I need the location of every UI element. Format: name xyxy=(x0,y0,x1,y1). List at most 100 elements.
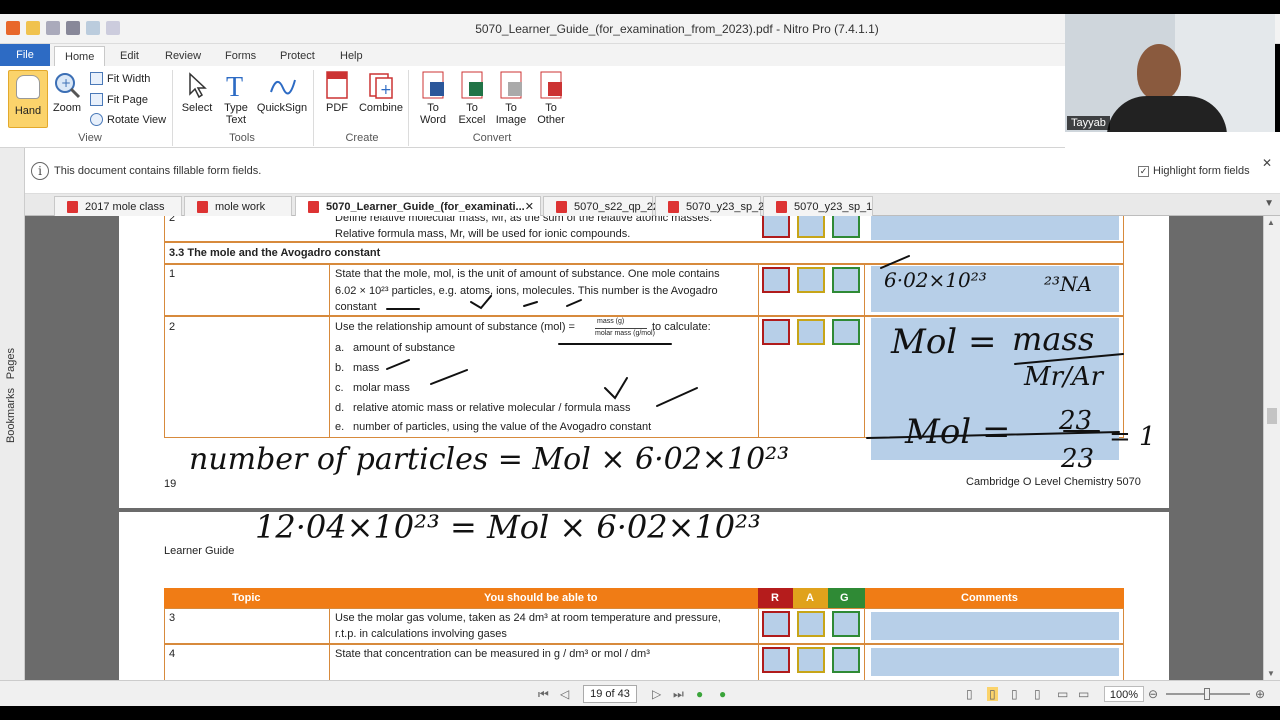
page-number-input[interactable]: 19 of 43 xyxy=(583,685,637,703)
fit-page-icon[interactable]: ▭ xyxy=(1057,687,1068,701)
combine-button[interactable]: + Combine xyxy=(358,70,404,114)
handwritten-mol-calculation: 12·04×10²³ = Mol × 6·02×10²³ xyxy=(255,508,761,546)
close-tab-icon[interactable]: ✕ xyxy=(525,197,534,217)
cursor-icon xyxy=(182,70,212,100)
pdf-page-19: 2 Define relative molecular mass, Mr, as… xyxy=(119,216,1169,508)
hand-button[interactable]: Hand xyxy=(8,70,48,128)
tab-protect[interactable]: Protect xyxy=(270,46,325,66)
scroll-up-icon[interactable]: ▲ xyxy=(1267,218,1275,227)
form-fields-infobar: i This document contains fillable form f… xyxy=(0,148,1280,194)
green-rating-box[interactable] xyxy=(832,611,860,637)
combine-icon: + xyxy=(366,70,396,100)
doc-tab[interactable]: 5070_s22_qp_22 xyxy=(543,196,659,216)
amber-rating-box[interactable] xyxy=(797,611,825,637)
select-button[interactable]: Select xyxy=(180,70,214,114)
to-image-button[interactable]: To Image xyxy=(494,70,528,126)
bookmarks-panel-tab[interactable]: Bookmarks xyxy=(5,388,17,443)
zoom-level[interactable]: 100% xyxy=(1104,686,1144,702)
tab-forms[interactable]: Forms xyxy=(215,46,266,66)
svg-text:T: T xyxy=(226,72,243,100)
type-text-button[interactable]: T Type Text xyxy=(220,70,252,126)
zoom-icon: + xyxy=(52,70,82,100)
first-page-icon[interactable]: ⏮ xyxy=(538,687,549,702)
quicksign-button[interactable]: QuickSign xyxy=(256,70,308,114)
tab-edit[interactable]: Edit xyxy=(110,46,149,66)
page-footer: Cambridge O Level Chemistry 5070 xyxy=(966,476,1141,488)
other-format-icon xyxy=(536,70,566,100)
next-page-icon[interactable]: ▷ xyxy=(652,687,661,701)
signature-icon xyxy=(267,70,297,100)
forward-view-icon[interactable]: ● xyxy=(719,687,726,701)
doc-tab[interactable]: 5070_y23_sp_2 xyxy=(655,196,764,216)
tab-help[interactable]: Help xyxy=(330,46,373,66)
tab-home[interactable]: Home xyxy=(54,46,106,66)
ribbon: Hand + Zoom Fit Width Fit Page Rotate Vi… xyxy=(0,66,1065,148)
handwritten-mol-calc: Mol = xyxy=(905,412,1011,452)
create-group-label: Create xyxy=(345,132,379,144)
pdf-file-icon xyxy=(67,201,78,213)
to-excel-button[interactable]: To Excel xyxy=(455,70,489,126)
zoom-out-icon[interactable]: ⊖ xyxy=(1148,687,1158,701)
doc-tab[interactable]: 5070_y23_sp_1 xyxy=(763,196,873,216)
pdf-file-icon xyxy=(197,201,208,213)
green-rating-box[interactable] xyxy=(832,647,860,673)
excel-icon xyxy=(457,70,487,100)
word-icon xyxy=(418,70,448,100)
handwritten-mol-equals: Mol = xyxy=(891,322,997,362)
fit-width-icon[interactable]: ▭ xyxy=(1078,687,1089,701)
amber-rating-box[interactable] xyxy=(797,647,825,673)
doc-tab[interactable]: mole work sheet xyxy=(184,196,292,233)
handwritten-avogadro: 6·02×10²³ xyxy=(884,268,987,292)
pages-panel-tab[interactable]: Pages xyxy=(5,348,17,379)
rotate-view-button[interactable]: Rotate View xyxy=(90,113,166,126)
pdf-page-20: Learner Guide 12·04×10²³ = Mol × 6·02×10… xyxy=(119,508,1169,680)
back-view-icon[interactable]: ● xyxy=(696,687,703,701)
fit-width-button[interactable]: Fit Width xyxy=(90,72,150,85)
zoom-slider-handle[interactable] xyxy=(1204,688,1210,700)
fit-page-button[interactable]: Fit Page xyxy=(90,93,148,106)
rotate-icon xyxy=(90,113,103,126)
comments-field[interactable] xyxy=(871,648,1119,676)
page-number: 19 xyxy=(164,478,177,490)
last-page-icon[interactable]: ⏭ xyxy=(673,687,684,702)
handwritten-mass: mass xyxy=(1012,320,1095,358)
top-black-bar xyxy=(0,0,1280,14)
comments-field[interactable] xyxy=(871,612,1119,640)
handwritten-equals-one: = 1 xyxy=(1109,422,1156,452)
document-viewport[interactable]: 2 Define relative molecular mass, Mr, as… xyxy=(25,216,1263,680)
continuous-view-icon[interactable]: ▯ xyxy=(987,687,998,701)
previous-page-icon[interactable]: ◁ xyxy=(560,687,569,701)
red-rating-box[interactable] xyxy=(762,647,790,673)
facing-view-icon[interactable]: ▯ xyxy=(1011,687,1018,701)
checkbox-icon[interactable]: ✓ xyxy=(1138,165,1149,177)
to-word-button[interactable]: To Word xyxy=(416,70,450,126)
doc-tab-active[interactable]: 5070_Learner_Guide_(for_examinati... ✕ xyxy=(295,196,541,216)
scrollbar-thumb[interactable] xyxy=(1267,408,1277,424)
create-pdf-button[interactable]: PDF xyxy=(320,70,354,114)
tab-review[interactable]: Review xyxy=(155,46,211,66)
side-panel: Pages Bookmarks xyxy=(0,148,25,680)
handwritten-denominator: 23 xyxy=(1061,444,1095,474)
tab-list-chevron-icon[interactable]: ▼ xyxy=(1264,198,1274,209)
doc-tab[interactable]: 2017 mole class test xyxy=(54,196,182,233)
single-page-view-icon[interactable]: ▯ xyxy=(966,687,973,701)
tab-file[interactable]: File xyxy=(0,44,50,66)
close-icon[interactable]: ✕ xyxy=(1262,156,1272,170)
to-other-button[interactable]: To Other xyxy=(530,70,572,126)
red-rating-box[interactable] xyxy=(762,611,790,637)
handwritten-particles-formula: number of particles = Mol × 6·02×10²³ xyxy=(189,442,790,477)
webcam-name-label: Tayyab xyxy=(1067,116,1110,130)
zoom-button[interactable]: + Zoom xyxy=(50,70,84,114)
bottom-black-bar xyxy=(0,706,1280,720)
highlight-form-fields-toggle[interactable]: ✓ Highlight form fields xyxy=(1138,165,1250,177)
webcam-video: Tayyab xyxy=(1065,14,1275,132)
scroll-down-icon[interactable]: ▼ xyxy=(1267,669,1275,678)
facing-continuous-icon[interactable]: ▯ xyxy=(1034,687,1041,701)
zoom-in-icon[interactable]: ⊕ xyxy=(1255,687,1265,701)
svg-text:+: + xyxy=(61,76,71,90)
status-bar: ⏮ ◁ 19 of 43 ▷ ⏭ ● ● ▯ ▯ ▯ ▯ ▭ ▭ 100% ⊖ … xyxy=(0,680,1280,706)
vertical-scrollbar[interactable]: ▲ ▼ xyxy=(1263,216,1280,680)
pdf-file-icon xyxy=(308,201,319,213)
group-separator xyxy=(408,70,409,146)
document-tabs: 2017 mole class test mole work sheet 507… xyxy=(25,194,1280,233)
